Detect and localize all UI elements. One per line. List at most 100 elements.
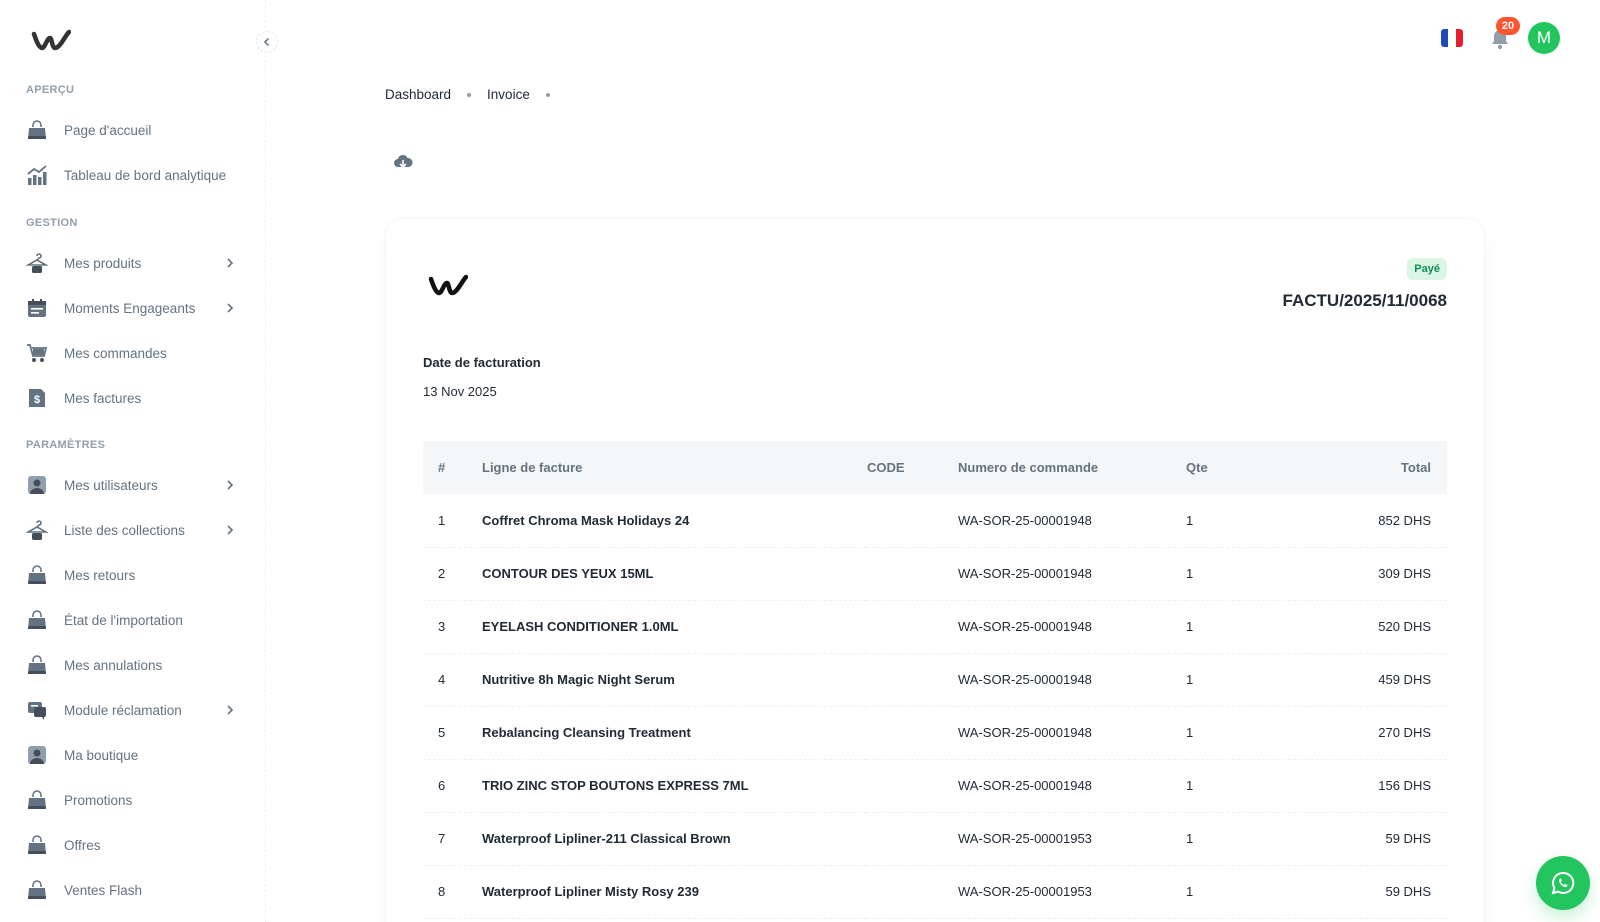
breadcrumb-separator [545, 92, 550, 97]
bag-icon [26, 609, 48, 631]
row-order: WA-SOR-25-00001953 [958, 831, 1092, 846]
chat-icon [26, 699, 48, 721]
chevron-right-icon [227, 525, 234, 535]
table-row: 3 EYELASH CONDITIONER 1.0ML WA-SOR-25-00… [423, 600, 1447, 653]
bag-icon [26, 564, 48, 586]
status-badge: Payé [1407, 258, 1447, 280]
row-total: 852 DHS [1378, 512, 1431, 528]
cloud-download-icon[interactable] [393, 153, 413, 171]
row-total: 270 DHS [1378, 725, 1431, 740]
sidebar-item-label: Moments Engageants [64, 300, 196, 316]
row-qty: 1 [1186, 831, 1194, 846]
sidebar-item-label: Mes retours [64, 567, 136, 583]
row-total: 59 DHS [1385, 831, 1431, 846]
table-header-row: # Ligne de facture CODE Numero de comman… [423, 441, 1447, 494]
chevron-right-icon [227, 303, 234, 313]
row-line: CONTOUR DES YEUX 15ML [482, 566, 654, 581]
row-number: 1 [438, 512, 446, 528]
row-total: 459 DHS [1378, 672, 1431, 687]
sidebar-item-commandes[interactable]: Mes commandes [26, 334, 248, 372]
sidebar-item-boutique[interactable]: Ma boutique [26, 736, 248, 774]
sidebar-item-retours[interactable]: Mes retours [26, 556, 248, 594]
row-code [867, 759, 958, 812]
row-total: 156 DHS [1378, 778, 1431, 793]
row-order: WA-SOR-25-00001953 [958, 884, 1092, 899]
row-qty: 1 [1186, 566, 1194, 581]
row-line: Coffret Chroma Mask Holidays 24 [482, 512, 690, 528]
row-line: EYELASH CONDITIONER 1.0ML [482, 619, 679, 634]
sidebar-item-offres[interactable]: Offres [26, 826, 248, 864]
row-total: 520 DHS [1378, 619, 1431, 634]
sidebar-item-label: Tableau de bord analytique [64, 167, 227, 183]
sidebar-item-factures[interactable]: $ Mes factures [26, 379, 248, 417]
row-line: Nutritive 8h Magic Night Serum [482, 672, 675, 687]
table-row: 6 TRIO ZINC STOP BOUTONS EXPRESS 7ML WA-… [423, 759, 1447, 812]
sidebar-item-promotions[interactable]: Promotions [26, 781, 248, 819]
row-order: WA-SOR-25-00001948 [958, 566, 1092, 581]
sidebar-item-label: Mes produits [64, 255, 142, 271]
sidebar-item-analytique[interactable]: Tableau de bord analytique [26, 156, 248, 194]
row-code [867, 600, 958, 653]
row-number: 3 [438, 619, 446, 634]
row-line: Waterproof Lipliner-211 Classical Brown [482, 831, 731, 846]
col-header-line: Ligne de facture [482, 460, 583, 475]
table-row: 2 CONTOUR DES YEUX 15ML WA-SOR-25-000019… [423, 547, 1447, 600]
sidebar: Aperçu Gestion Paramètres Page d'accueil… [0, 0, 266, 922]
bag-icon [26, 879, 48, 901]
row-code [867, 865, 958, 918]
sidebar-item-moments[interactable]: Moments Engageants [26, 289, 248, 327]
collapse-sidebar-button[interactable] [256, 31, 278, 53]
breadcrumb-dashboard[interactable]: Dashboard [385, 87, 451, 102]
row-code [867, 494, 958, 547]
sidebar-item-label: Mes utilisateurs [64, 477, 158, 493]
sidebar-item-utilisateurs[interactable]: Mes utilisateurs [26, 466, 248, 504]
section-gestion: Gestion [26, 217, 78, 229]
avatar[interactable]: M [1528, 22, 1560, 54]
row-qty: 1 [1186, 672, 1194, 687]
row-number: 4 [438, 672, 446, 687]
table-row: 4 Nutritive 8h Magic Night Serum WA-SOR-… [423, 653, 1447, 706]
brand-logo[interactable] [31, 26, 71, 54]
row-number: 5 [438, 725, 446, 740]
row-code [867, 547, 958, 600]
row-number: 8 [438, 884, 446, 899]
sidebar-item-reclamation[interactable]: Module réclamation [26, 691, 248, 729]
sidebar-item-label: Mes factures [64, 390, 142, 406]
sidebar-item-produits[interactable]: Mes produits [26, 244, 248, 282]
invoice-number: FACTU/2025/11/0068 [1282, 291, 1447, 310]
whatsapp-icon [1551, 871, 1575, 895]
sidebar-item-ventes-flash[interactable]: Ventes Flash [26, 871, 248, 909]
sidebar-item-annulations[interactable]: Mes annulations [26, 646, 248, 684]
notifications-badge: 20 [1496, 17, 1520, 35]
section-apercu: Aperçu [26, 84, 75, 96]
sidebar-item-label: Mes commandes [64, 345, 167, 361]
calendar-icon [26, 297, 48, 319]
sidebar-item-label: Offres [64, 837, 101, 853]
sidebar-item-label: Ventes Flash [64, 882, 143, 898]
sidebar-item-label: Ma boutique [64, 747, 139, 763]
breadcrumb-invoice: Invoice [487, 87, 530, 102]
bag-icon [26, 654, 48, 676]
sidebar-item-accueil[interactable]: Page d'accueil [26, 111, 248, 149]
billing-date-value: 13 Nov 2025 [423, 384, 497, 399]
language-flag-icon[interactable] [1441, 29, 1463, 47]
row-number: 2 [438, 566, 446, 581]
row-number: 7 [438, 831, 446, 846]
row-code [867, 812, 958, 865]
invoice-table: # Ligne de facture CODE Numero de comman… [423, 441, 1447, 919]
row-qty: 1 [1186, 884, 1194, 899]
row-order: WA-SOR-25-00001948 [958, 778, 1092, 793]
row-order: WA-SOR-25-00001948 [958, 672, 1092, 687]
sidebar-item-collections[interactable]: Liste des collections [26, 511, 248, 549]
sidebar-item-label: Module réclamation [64, 702, 182, 718]
chevron-right-icon [227, 705, 234, 715]
col-header-total: Total [1400, 460, 1431, 475]
row-code [867, 653, 958, 706]
bag-icon [26, 834, 48, 856]
table-row: 1 Coffret Chroma Mask Holidays 24 WA-SOR… [423, 494, 1447, 547]
row-line: Rebalancing Cleansing Treatment [482, 725, 691, 740]
sidebar-item-importation[interactable]: État de l'importation [26, 601, 248, 639]
whatsapp-button[interactable] [1536, 856, 1590, 910]
hanger-icon [26, 252, 48, 274]
sidebar-item-label: Liste des collections [64, 522, 185, 538]
